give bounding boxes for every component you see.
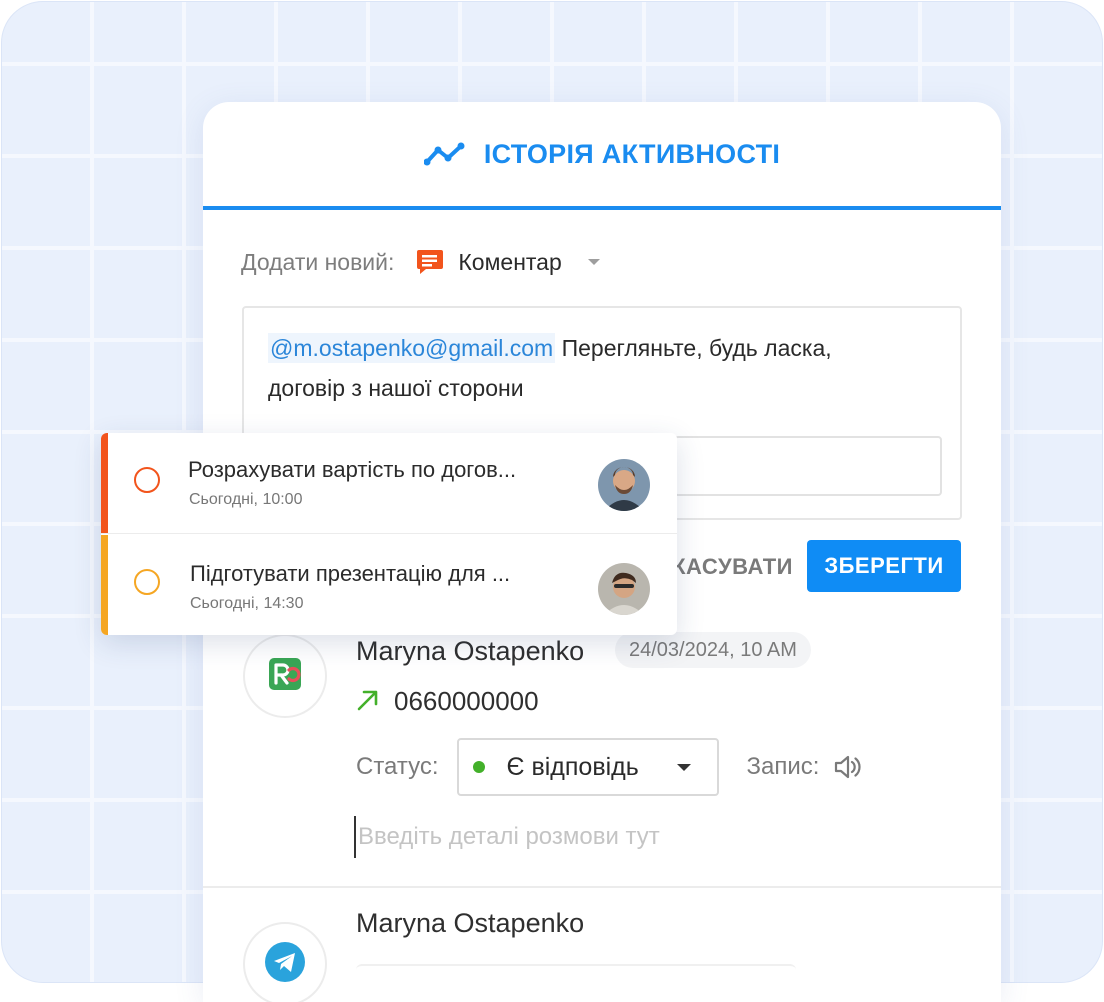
add-new-label: Додати новий: (241, 248, 395, 275)
add-new-row: Додати новий: Коментар (241, 244, 600, 280)
task-time: Сьогодні, 10:00 (189, 491, 303, 508)
task-title: Підготувати презентацію для ... (190, 561, 511, 586)
task-item[interactable]: Підготувати презентацію для ... Сьогодні… (101, 535, 677, 635)
mention-tag[interactable]: @m.ostapenko@gmail.com (268, 333, 556, 363)
task-item[interactable]: Розрахувати вартість по догов... Сьогодн… (101, 433, 677, 534)
call-activity-entry: Maryna Ostapenko 24/03/2024, 10 AM 06600… (203, 626, 1001, 888)
cancel-button[interactable]: СКАСУВАТИ (673, 542, 793, 592)
outgoing-call-arrow-icon (356, 688, 380, 716)
task-time: Сьогодні, 14:30 (190, 595, 304, 612)
task-title: Розрахувати вартість по догов... (188, 457, 517, 482)
telegram-icon (264, 941, 306, 987)
avatar (598, 459, 650, 511)
chevron-down-icon[interactable] (587, 259, 600, 265)
status-value: Є відповідь (506, 752, 639, 781)
call-date-badge: 24/03/2024, 10 AM (615, 632, 811, 668)
task-checkbox[interactable] (134, 467, 160, 493)
telegram-avatar (243, 922, 327, 1002)
speaker-icon[interactable] (833, 753, 863, 781)
priority-bar (101, 535, 108, 635)
status-row: Статус: Є відповідь Запис: (356, 738, 863, 796)
tasks-popup: Розрахувати вартість по догов... Сьогодн… (101, 433, 677, 635)
comment-text-line2: договір з нашої сторони (268, 375, 524, 401)
status-label: Статус: (356, 753, 439, 780)
phone-number[interactable]: 0660000000 (394, 686, 539, 717)
phone-row: 0660000000 (356, 686, 539, 717)
comment-text[interactable]: @m.ostapenko@gmail.com Перегляньте, будь… (268, 328, 928, 408)
comment-icon[interactable] (416, 248, 444, 276)
panel-header: ІСТОРІЯ АКТИВНОСТІ (203, 102, 1001, 210)
panel-title: ІСТОРІЯ АКТИВНОСТІ (483, 138, 781, 169)
activity-type-select[interactable]: Коментар (458, 249, 561, 276)
avatar (598, 563, 650, 615)
activity-chart-icon (423, 141, 466, 167)
divider (356, 964, 796, 986)
record-label: Запис: (746, 753, 820, 780)
save-button[interactable]: ЗБЕРЕГТИ (807, 540, 961, 592)
app-logo-avatar (243, 634, 327, 718)
telegram-activity-entry: Maryna Ostapenko (203, 888, 1001, 1002)
task-checkbox[interactable] (134, 569, 160, 595)
telegram-author: Maryna Ostapenko (356, 908, 585, 938)
comment-text-line1: Перегляньте, будь ласка, (561, 335, 832, 361)
status-dot (472, 761, 485, 773)
editor-inner-field[interactable] (674, 436, 942, 496)
chevron-down-icon (676, 763, 691, 771)
call-author: Maryna Ostapenko (356, 636, 585, 666)
app-logo-icon (267, 656, 303, 696)
call-details-input[interactable] (354, 816, 860, 858)
status-select[interactable]: Є відповідь (456, 738, 719, 796)
priority-bar (101, 433, 108, 533)
